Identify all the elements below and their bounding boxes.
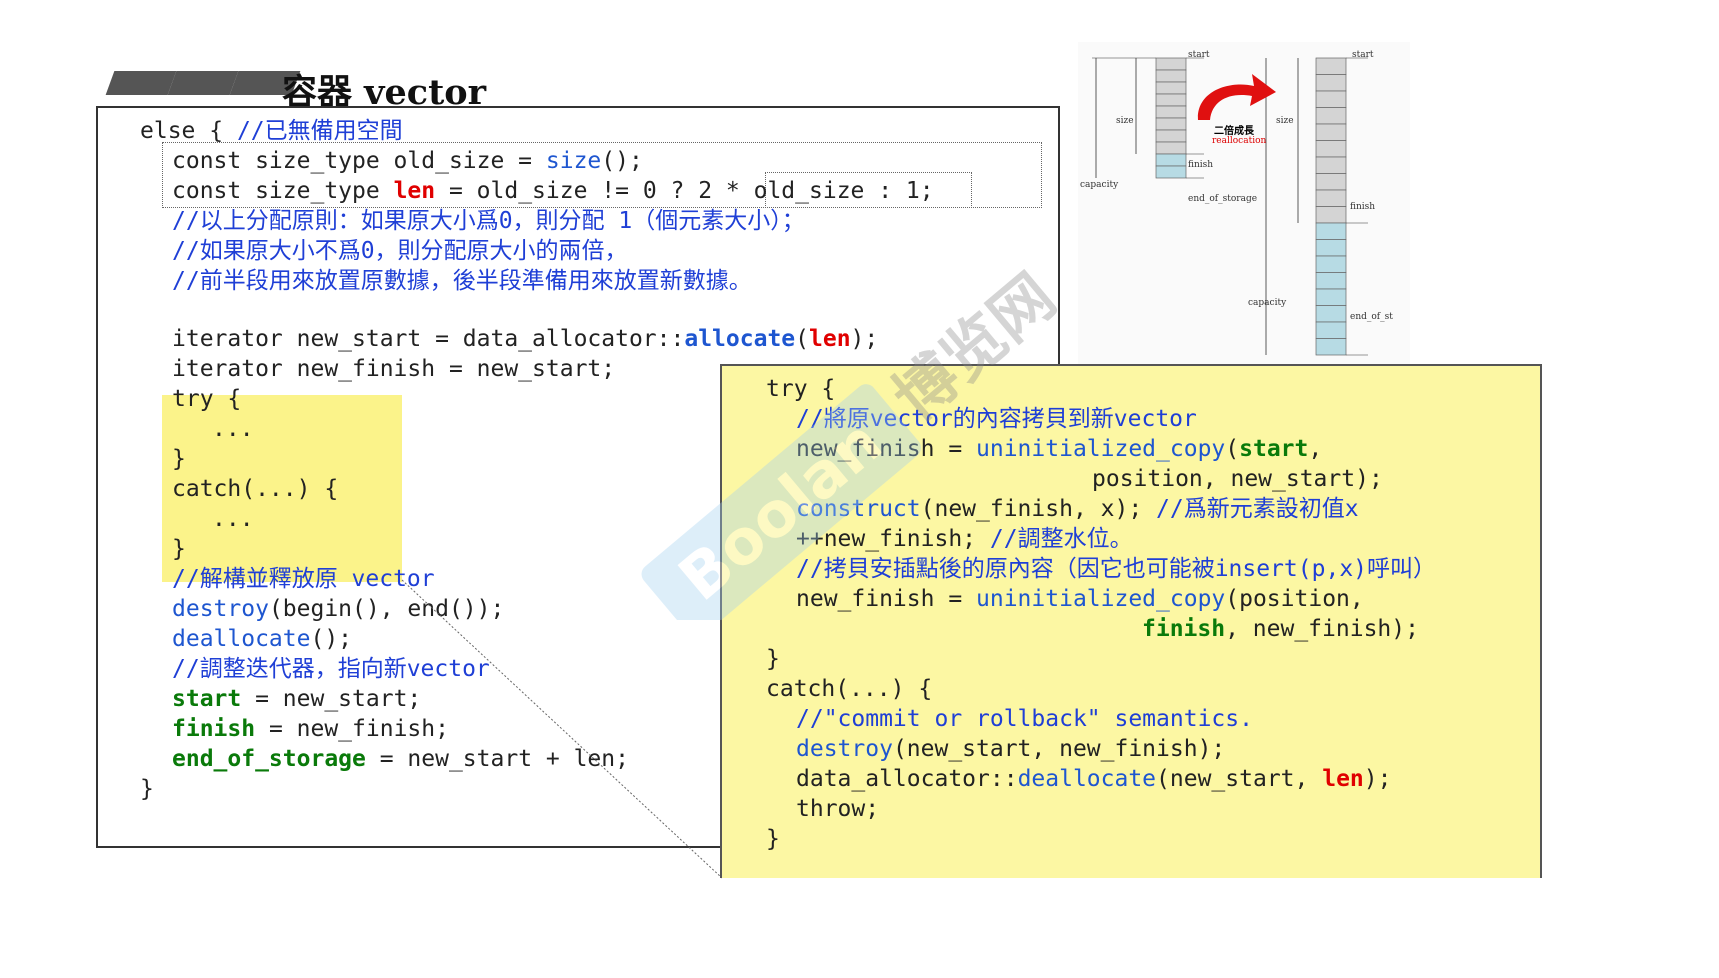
detail-construct: construct(new_finish, x); //爲新元素設初值x: [796, 496, 1359, 522]
code-line-finish: finish = new_finish;: [172, 716, 449, 742]
code-line-destroy: destroy(begin(), end());: [172, 596, 505, 622]
left-end-label: end_of_storage: [1188, 194, 1258, 204]
code-line-else-close: }: [140, 776, 154, 802]
right-buffer-used-cell: [1315, 90, 1347, 108]
code-line-old-size: const size_type old_size = size();: [172, 148, 643, 174]
right-buffer-used-cell: [1315, 156, 1347, 174]
left-buffer-spare-cell: [1155, 165, 1187, 179]
title-bar-2: [167, 71, 239, 95]
try-catch-detail-panel: try { //將原vector的內容拷貝到新vector new_finish…: [720, 364, 1542, 878]
right-end-label: end_of_st: [1350, 312, 1393, 322]
left-start-label: start: [1188, 50, 1210, 60]
detail-deallocate: data_allocator::deallocate(new_start, le…: [796, 766, 1392, 792]
right-buffer-used-cell: [1315, 189, 1347, 207]
code-line-new-start: iterator new_start = data_allocator::all…: [172, 326, 879, 352]
right-finish-label: finish: [1350, 202, 1376, 212]
code-line-catch-body: ...: [212, 506, 254, 532]
detail-comment-commit: //"commit or rollback" semantics.: [796, 706, 1253, 732]
title-bar-1: [105, 71, 177, 95]
right-buffer-used-cell: [1315, 74, 1347, 92]
left-buffer-used-cell: [1155, 93, 1187, 107]
left-size-label: size: [1116, 116, 1134, 126]
right-size-label: size: [1276, 116, 1294, 126]
comment-allocation-rule-1: //以上分配原則：如果原大小爲0，則分配 1（個元素大小）；: [172, 208, 805, 234]
right-buffer-spare-cell: [1315, 272, 1347, 290]
code-line-start: start = new_start;: [172, 686, 422, 712]
detail-catch-close: }: [766, 826, 780, 852]
left-buffer-used-cell: [1155, 57, 1187, 71]
right-start-label: start: [1352, 50, 1374, 60]
comment-destroy-old: //解構並釋放原 vector: [172, 566, 435, 592]
right-buffer-spare-cell: [1315, 305, 1347, 323]
comment-allocation-rule-2: //如果原大小不爲0，則分配原大小的兩倍，: [172, 238, 628, 264]
growth-arrow-icon: [1197, 74, 1276, 120]
code-line-catch: catch(...) {: [172, 476, 339, 502]
right-buffer-used-cell: [1315, 107, 1347, 125]
left-buffer-used-cell: [1155, 117, 1187, 131]
comment-adjust-iterators: //調整迭代器，指向新vector: [172, 656, 490, 682]
detail-copy-2: new_finish = uninitialized_copy(position…: [796, 586, 1364, 612]
comment-allocation-rule-3: //前半段用來放置原數據，後半段準備用來放置新數據。: [172, 268, 752, 294]
left-buffer-used-cell: [1155, 129, 1187, 143]
right-buffer-used-cell: [1315, 57, 1347, 75]
right-buffer-used-cell: [1315, 173, 1347, 191]
right-buffer-spare-cell: [1315, 321, 1347, 339]
detail-destroy: destroy(new_start, new_finish);: [796, 736, 1226, 762]
code-line-deallocate: deallocate();: [172, 626, 353, 652]
arrow-label: 二倍成長: [1214, 126, 1254, 137]
detail-throw: throw;: [796, 796, 880, 822]
left-buffer-used-cell: [1155, 69, 1187, 83]
left-finish-label: finish: [1188, 160, 1214, 170]
right-buffer-spare-cell: [1315, 288, 1347, 306]
detail-copy-1: new_finish = uninitialized_copy(start,: [796, 436, 1323, 462]
right-buffer-used-cell: [1315, 140, 1347, 158]
right-buffer-used-cell: [1315, 123, 1347, 141]
right-buffer-spare-cell: [1315, 222, 1347, 240]
right-buffer-spare-cell: [1315, 255, 1347, 273]
detail-increment: ++new_finish; //調整水位。: [796, 526, 1133, 552]
right-buffer-spare-cell: [1315, 239, 1347, 257]
code-line-else: else { //已無備用空間: [140, 118, 403, 144]
code-line-try: try {: [172, 386, 242, 412]
arrow-sublabel: reallocation: [1212, 136, 1267, 146]
left-buffer-used-cell: [1155, 81, 1187, 95]
code-line-try-close: }: [172, 446, 186, 472]
right-capacity-label: capacity: [1248, 298, 1287, 308]
right-buffer-spare-cell: [1315, 338, 1347, 356]
code-line-end-of-storage: end_of_storage = new_start + len;: [172, 746, 629, 772]
right-buffer-used-cell: [1315, 206, 1347, 224]
left-buffer-spare-cell: [1155, 153, 1187, 167]
detail-comment-copy-rest: //拷貝安插點後的原內容（因它也可能被insert(p,x)呼叫）: [796, 556, 1437, 582]
detail-try: try {: [766, 376, 836, 402]
detail-catch: catch(...) {: [766, 676, 933, 702]
detail-copy-2-args: finish, new_finish);: [1142, 616, 1419, 642]
reallocation-diagram: start size capacity finish end_of_storag…: [1078, 42, 1410, 364]
code-line-catch-close: }: [172, 536, 186, 562]
code-line-new-finish: iterator new_finish = new_start;: [172, 356, 616, 382]
code-line-len: const size_type len = old_size != 0 ? 2 …: [172, 178, 934, 204]
left-buffer-used-cell: [1155, 141, 1187, 155]
detail-try-close: }: [766, 646, 780, 672]
code-line-try-body: ...: [212, 416, 254, 442]
detail-comment-copy: //將原vector的內容拷貝到新vector: [796, 406, 1197, 432]
left-buffer-used-cell: [1155, 105, 1187, 119]
left-capacity-label: capacity: [1080, 180, 1119, 190]
detail-copy-1-args: position, new_start);: [1092, 466, 1383, 492]
